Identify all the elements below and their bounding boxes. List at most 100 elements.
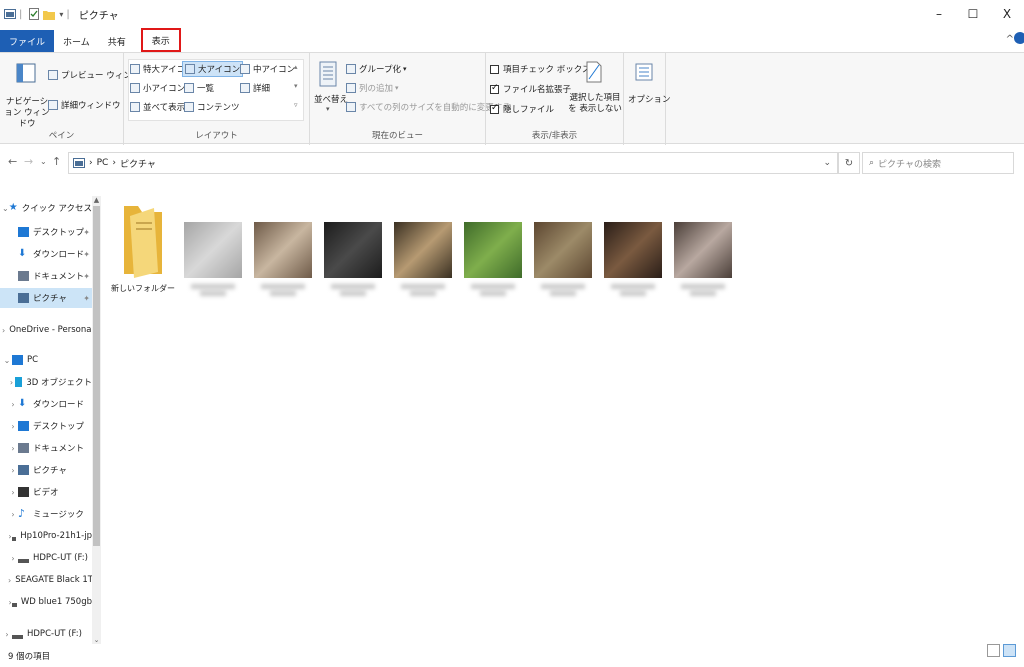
properties-icon[interactable] <box>29 8 40 20</box>
hide-selected-icon[interactable] <box>586 61 602 83</box>
forward-arrow-icon[interactable]: → <box>24 155 33 168</box>
layout-small-icons[interactable]: 小アイコン <box>130 82 185 94</box>
image-item[interactable] <box>180 198 246 298</box>
scroll-up-icon[interactable]: ▲ <box>92 196 101 204</box>
expand-chevron-icon[interactable]: › <box>8 576 11 585</box>
sidebar-item[interactable]: › HDPC-UT (F:) <box>0 548 92 568</box>
collapse-ribbon-button[interactable]: ^ <box>1006 34 1014 45</box>
hide-selected-label[interactable]: 選択した項目を 表示しない <box>568 93 622 115</box>
sidebar-item[interactable]: › OneDrive - Personal <box>0 320 92 340</box>
tab-share[interactable]: 共有 <box>99 30 135 52</box>
expand-chevron-icon[interactable]: › <box>2 630 12 639</box>
expand-chevron-icon[interactable]: ⌄ <box>2 356 12 365</box>
address-dropdown-icon[interactable]: ⌄ <box>823 158 831 168</box>
sort-by-label[interactable]: 並べ替え <box>314 93 348 105</box>
sort-by-icon[interactable] <box>318 61 338 87</box>
expand-chevron-icon[interactable]: › <box>8 466 18 475</box>
sidebar-item[interactable]: › デスクトップ <box>0 416 92 436</box>
group-by-button[interactable]: グループ化 ▾ <box>346 63 407 75</box>
image-item[interactable] <box>600 198 666 298</box>
sort-by-dropdown-icon[interactable]: ▾ <box>326 105 330 113</box>
sidebar-item[interactable]: ⬇ ダウンロード ✦ <box>0 244 92 264</box>
explorer-window-icon[interactable] <box>4 9 16 19</box>
recent-locations-icon[interactable]: ⌄ <box>40 157 47 166</box>
sidebar-item[interactable]: › SEAGATE Black 1TB <box>0 570 92 590</box>
pin-icon[interactable]: ✦ <box>83 228 90 237</box>
details-pane-button[interactable]: 詳細ウィンドウ <box>48 99 121 111</box>
search-input[interactable]: ⌕ ピクチャの検索 <box>862 152 1014 174</box>
details-view-icon[interactable] <box>987 644 1000 657</box>
expand-chevron-icon[interactable]: › <box>8 378 15 387</box>
large-icons-view-icon[interactable] <box>1003 644 1016 657</box>
image-item[interactable] <box>530 198 596 298</box>
minimize-button[interactable]: – <box>922 0 956 28</box>
help-icon[interactable] <box>1014 32 1024 44</box>
folder-item[interactable]: 新しいフォルダー <box>110 198 176 294</box>
navigation-pane-icon <box>16 63 36 83</box>
sidebar-item[interactable]: › 3D オブジェクト <box>0 372 92 392</box>
image-item[interactable] <box>390 198 456 298</box>
layout-details[interactable]: 詳細 <box>240 82 270 94</box>
navigation-pane-scrollbar[interactable]: ▲ ⌄ <box>92 196 101 644</box>
tab-home[interactable]: ホーム <box>54 30 99 52</box>
image-item[interactable] <box>670 198 736 298</box>
image-item[interactable] <box>250 198 316 298</box>
expand-chevron-icon[interactable]: › <box>8 400 18 409</box>
scroll-down-icon[interactable]: ⌄ <box>92 636 101 644</box>
tab-file[interactable]: ファイル <box>0 30 55 52</box>
add-columns-button[interactable]: 列の追加 ▾ <box>346 82 399 94</box>
sidebar-item[interactable]: ドキュメント ✦ <box>0 266 92 286</box>
options-label[interactable]: オプション <box>628 93 671 105</box>
expand-chevron-icon[interactable]: › <box>8 510 18 519</box>
pin-icon[interactable]: ✦ <box>83 250 90 259</box>
sidebar-item[interactable]: › ドキュメント <box>0 438 92 458</box>
address-bar[interactable]: › PC › ピクチャ ⌄ <box>68 152 838 174</box>
sidebar-item[interactable]: › HDPC-UT (F:) <box>0 624 92 644</box>
expand-chevron-icon[interactable]: › <box>2 326 5 335</box>
refresh-button[interactable]: ↻ <box>838 152 860 174</box>
options-icon[interactable] <box>635 63 653 81</box>
layout-list[interactable]: 一覧 <box>184 82 214 94</box>
image-item[interactable] <box>320 198 386 298</box>
item-checkboxes-toggle[interactable]: 項目チェック ボックス <box>490 63 590 75</box>
expand-chevron-icon[interactable]: › <box>8 422 18 431</box>
navigation-pane-button[interactable] <box>16 63 36 83</box>
file-extensions-toggle[interactable]: ファイル名拡張子 <box>490 83 571 95</box>
hidden-items-toggle[interactable]: 隠しファイル <box>490 103 554 115</box>
sidebar-item[interactable]: ⌄ ★ クイック アクセス <box>0 198 92 218</box>
sidebar-item[interactable]: › Hp10Pro-21h1-jp <box>0 526 92 546</box>
expand-chevron-icon[interactable]: › <box>8 554 18 563</box>
pin-icon[interactable]: ✦ <box>83 294 90 303</box>
sidebar-item[interactable]: › ⬇ ダウンロード <box>0 394 92 414</box>
sidebar-item[interactable]: › ♪ ミュージック <box>0 504 92 524</box>
expand-chevron-icon[interactable]: › <box>8 444 18 453</box>
close-button[interactable]: X <box>990 0 1024 28</box>
breadcrumb-pc[interactable]: PC <box>97 158 109 168</box>
sidebar-item[interactable]: デスクトップ ✦ <box>0 222 92 242</box>
expand-chevron-icon[interactable]: ⌄ <box>2 204 9 213</box>
sidebar-item[interactable]: › WD blue1 750gb <box>0 592 93 612</box>
scrollbar-thumb[interactable] <box>93 206 100 546</box>
layout-tiles[interactable]: 並べて表示 <box>130 101 185 113</box>
tab-view[interactable]: 表示 <box>140 28 181 52</box>
maximize-button[interactable]: ☐ <box>956 0 990 28</box>
gallery-expand-icon[interactable]: ▿ <box>294 101 298 109</box>
gallery-scroll-down-icon[interactable]: ▾ <box>294 82 298 90</box>
layout-medium-icons[interactable]: 中アイコン <box>240 63 295 75</box>
pin-icon[interactable]: ✦ <box>83 272 90 281</box>
new-folder-icon[interactable] <box>43 9 56 20</box>
gallery-scroll-up-icon[interactable]: ▴ <box>294 63 298 71</box>
breadcrumb-pictures[interactable]: ピクチャ <box>120 157 156 170</box>
image-item[interactable] <box>460 198 526 298</box>
up-arrow-icon[interactable]: ↑ <box>52 155 61 168</box>
sidebar-item[interactable]: ⌄ PC <box>0 350 92 370</box>
sidebar-item[interactable]: ピクチャ ✦ <box>0 288 92 308</box>
customize-quick-access-icon[interactable]: ▾ <box>59 10 63 19</box>
sidebar-item[interactable]: › ピクチャ <box>0 460 92 480</box>
expand-chevron-icon[interactable]: › <box>8 488 18 497</box>
layout-content[interactable]: コンテンツ <box>184 101 240 113</box>
navigation-pane-label[interactable]: ナビゲーション ウィンドウ <box>4 97 50 130</box>
layout-large-icons[interactable]: 大アイコン <box>182 61 244 77</box>
sidebar-item[interactable]: › ビデオ <box>0 482 92 502</box>
back-arrow-icon[interactable]: ← <box>8 155 17 168</box>
